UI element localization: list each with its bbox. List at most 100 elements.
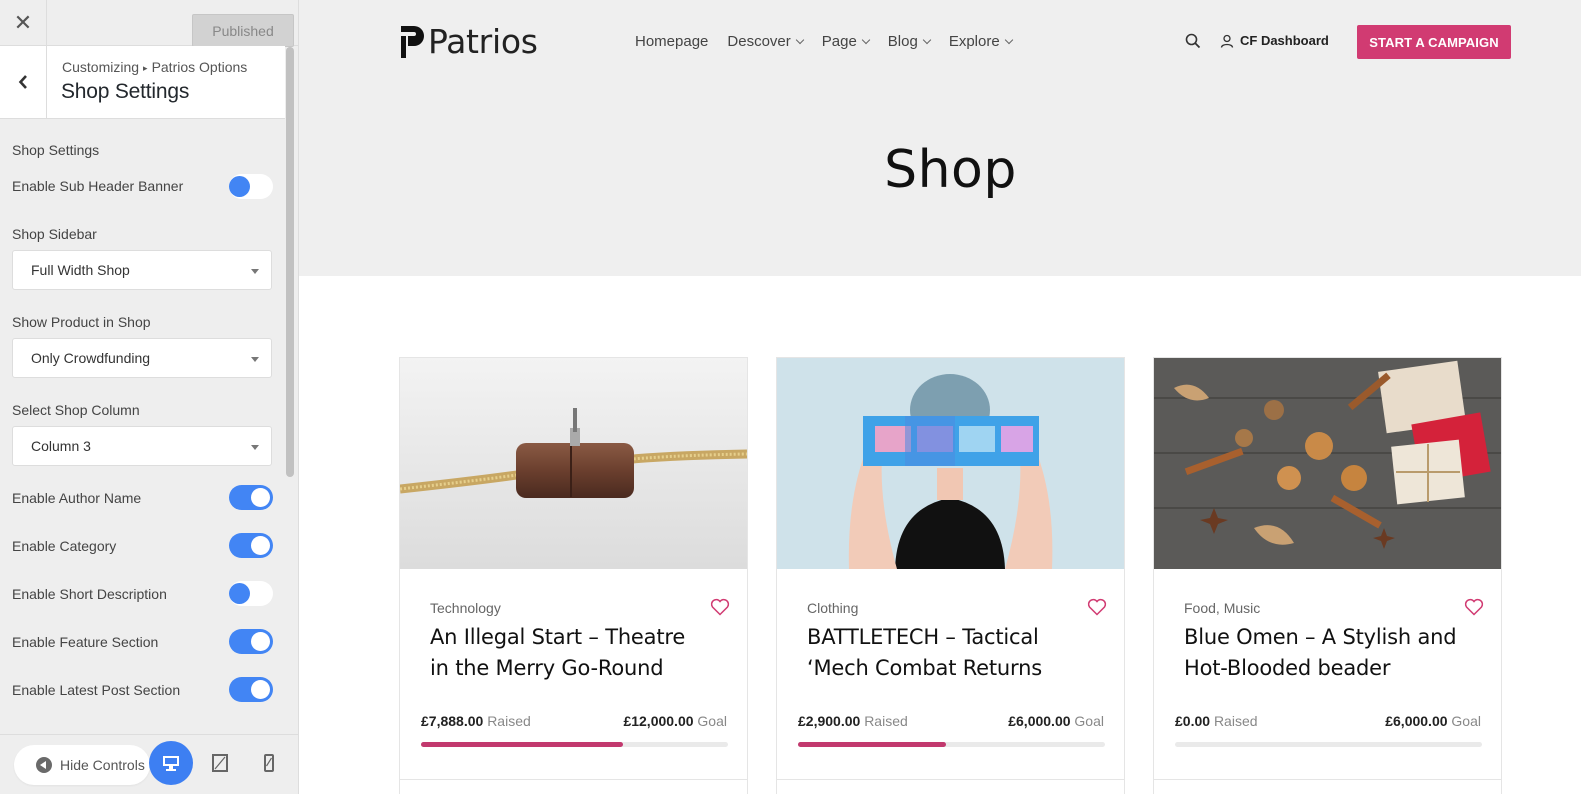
dropdown-caret-icon bbox=[251, 445, 259, 450]
shop-sidebar-value: Full Width Shop bbox=[31, 262, 130, 278]
funding-progress-bar bbox=[798, 742, 1105, 747]
logo-text: Patrios bbox=[428, 22, 538, 61]
funding-progress-bar bbox=[421, 742, 728, 747]
nav-item-homepage[interactable]: Homepage bbox=[635, 33, 708, 50]
raised-label: Raised bbox=[864, 713, 908, 729]
chevron-down-icon bbox=[795, 35, 804, 44]
wishlist-button[interactable] bbox=[1087, 598, 1107, 621]
goal-amount: £6,000.00 Goal bbox=[1385, 713, 1481, 729]
nav-item-explore[interactable]: Explore bbox=[948, 33, 1013, 50]
category-toggle[interactable] bbox=[229, 533, 273, 558]
nav-label: Page bbox=[821, 33, 857, 50]
dropdown-caret-icon bbox=[251, 357, 259, 362]
author-name-toggle[interactable] bbox=[229, 485, 273, 510]
breadcrumb-separator: ▸ bbox=[143, 63, 148, 73]
raised-value: £7,888.00 bbox=[421, 713, 484, 729]
desktop-icon bbox=[163, 756, 179, 771]
nav-item-descover[interactable]: Descover bbox=[727, 33, 804, 50]
product-image[interactable] bbox=[400, 358, 747, 569]
goal-value: £12,000.00 bbox=[623, 713, 694, 729]
preview-tablet-button[interactable] bbox=[198, 741, 242, 785]
hide-controls-label: Hide Controls bbox=[60, 757, 145, 773]
raised-label: Raised bbox=[1213, 713, 1258, 729]
page-hero: Patrios Homepage Descover Page Blog Expl… bbox=[299, 0, 1581, 276]
back-button[interactable] bbox=[0, 46, 47, 118]
woman-holding-glasses-image bbox=[777, 358, 1124, 569]
goal-amount: £12,000.00 Goal bbox=[623, 713, 727, 729]
page-title: Shop bbox=[884, 140, 1017, 200]
tablet-icon bbox=[212, 754, 228, 772]
goal-value: £6,000.00 bbox=[1385, 713, 1448, 729]
dropdown-caret-icon bbox=[251, 269, 259, 274]
customizer-sidebar: ✕ Published Customizing ▸ Patrios Options … bbox=[0, 0, 299, 794]
short-description-toggle[interactable] bbox=[229, 581, 273, 606]
nav-label: Explore bbox=[948, 33, 1000, 50]
search-icon bbox=[1185, 33, 1201, 49]
category-label: Enable Category bbox=[12, 538, 117, 554]
goal-label: Goal bbox=[697, 713, 727, 729]
wishlist-button[interactable] bbox=[710, 598, 730, 621]
preview-mobile-button[interactable] bbox=[247, 741, 291, 785]
shop-sidebar-label: Shop Sidebar bbox=[12, 226, 97, 242]
mobile-icon bbox=[264, 754, 274, 772]
raised-amount: £0.00 Raised bbox=[1175, 713, 1258, 729]
raised-amount: £2,900.00 Raised bbox=[798, 713, 908, 729]
raised-value: £0.00 bbox=[1175, 713, 1211, 729]
product-category[interactable]: Technology bbox=[430, 600, 501, 616]
product-category[interactable]: Food, Music bbox=[1184, 600, 1260, 616]
customizer-topbar: ✕ Published bbox=[0, 0, 298, 47]
nav-label: Blog bbox=[887, 33, 918, 50]
chevron-left-icon bbox=[18, 75, 27, 89]
shop-column-label: Select Shop Column bbox=[12, 402, 140, 418]
nav-item-blog[interactable]: Blog bbox=[887, 33, 932, 50]
product-image[interactable] bbox=[777, 358, 1124, 569]
product-title[interactable]: An Illegal Start – Theatre in the Merry … bbox=[430, 622, 710, 684]
card-divider bbox=[1154, 779, 1501, 780]
short-description-label: Enable Short Description bbox=[12, 586, 167, 602]
hide-controls-button[interactable]: Hide Controls bbox=[14, 745, 150, 785]
publish-button[interactable]: Published bbox=[192, 14, 294, 47]
site-preview: Patrios Homepage Descover Page Blog Expl… bbox=[299, 0, 1581, 794]
goal-amount: £6,000.00 Goal bbox=[1008, 713, 1104, 729]
feature-section-label: Enable Feature Section bbox=[12, 634, 159, 650]
show-product-label: Show Product in Shop bbox=[12, 314, 151, 330]
raised-value: £2,900.00 bbox=[798, 713, 861, 729]
shop-column-value: Column 3 bbox=[31, 438, 91, 454]
user-icon bbox=[1220, 34, 1234, 48]
sidebar-scrollbar[interactable] bbox=[286, 47, 294, 477]
author-name-label: Enable Author Name bbox=[12, 490, 142, 506]
latest-post-section-toggle[interactable] bbox=[229, 677, 273, 702]
collapse-icon bbox=[36, 757, 52, 773]
cf-dashboard-label: CF Dashboard bbox=[1240, 33, 1329, 48]
show-product-select[interactable]: Only Crowdfunding bbox=[12, 338, 272, 378]
funding-progress-fill bbox=[421, 742, 623, 747]
shop-column-select[interactable]: Column 3 bbox=[12, 426, 272, 466]
nav-label: Descover bbox=[727, 33, 791, 50]
cf-dashboard-link[interactable]: CF Dashboard bbox=[1220, 33, 1329, 48]
start-campaign-button[interactable]: START A CAMPAIGN bbox=[1357, 25, 1511, 59]
search-button[interactable] bbox=[1185, 33, 1201, 54]
product-card: Food, Music Blue Omen – A Stylish and Ho… bbox=[1153, 357, 1502, 794]
product-category[interactable]: Clothing bbox=[807, 600, 858, 616]
goal-value: £6,000.00 bbox=[1008, 713, 1071, 729]
heart-icon bbox=[710, 598, 730, 616]
feature-section-toggle[interactable] bbox=[229, 629, 273, 654]
product-title[interactable]: BATTLETECH – Tactical ‘Mech Combat Retur… bbox=[807, 622, 1087, 684]
close-customizer-button[interactable]: ✕ bbox=[0, 0, 47, 46]
card-divider bbox=[400, 779, 747, 780]
show-product-value: Only Crowdfunding bbox=[31, 350, 151, 366]
raised-amount: £7,888.00 Raised bbox=[421, 713, 531, 729]
goal-label: Goal bbox=[1451, 713, 1481, 729]
nav-label: Homepage bbox=[635, 33, 709, 50]
funding-progress-bar bbox=[1175, 742, 1482, 747]
wishlist-button[interactable] bbox=[1464, 598, 1484, 621]
preview-desktop-button[interactable] bbox=[149, 741, 193, 785]
sub-header-banner-toggle[interactable] bbox=[229, 174, 273, 199]
latest-post-section-label: Enable Latest Post Section bbox=[12, 682, 181, 698]
shop-sidebar-select[interactable]: Full Width Shop bbox=[12, 250, 272, 290]
nav-item-page[interactable]: Page bbox=[821, 33, 871, 50]
product-image[interactable] bbox=[1154, 358, 1501, 569]
site-logo[interactable]: Patrios bbox=[399, 22, 538, 61]
breadcrumb-root: Customizing bbox=[62, 59, 140, 75]
product-title[interactable]: Blue Omen – A Stylish and Hot-Blooded be… bbox=[1184, 622, 1464, 684]
